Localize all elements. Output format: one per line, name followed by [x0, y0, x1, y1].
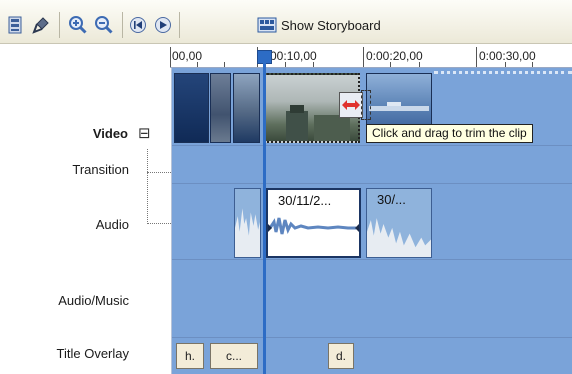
transition-track[interactable]	[172, 146, 572, 184]
tree-connector	[147, 223, 171, 224]
title-overlay-track-label: Title Overlay	[56, 346, 129, 361]
playhead-line[interactable]	[263, 52, 266, 374]
storyboard-icon[interactable]	[256, 14, 278, 36]
video-clip[interactable]	[210, 73, 231, 143]
audio-music-track[interactable]	[172, 260, 572, 338]
timeline-tracks: 30/11/2... 30/... h. c... d.	[172, 68, 572, 374]
video-clip[interactable]	[174, 73, 209, 143]
title-overlay-clip[interactable]: c...	[210, 343, 258, 369]
title-overlay-clip[interactable]: h.	[176, 343, 204, 369]
show-storyboard-button[interactable]: Show Storyboard	[281, 18, 381, 33]
toolbar-separator	[59, 12, 60, 38]
ruler-label: 0:00:30,00	[479, 49, 536, 63]
trim-tooltip: Click and drag to trim the clip	[366, 124, 533, 143]
toolbar-separator	[122, 12, 123, 38]
transition-track-label: Transition	[72, 162, 129, 177]
zoom-in-icon[interactable]	[67, 14, 89, 36]
trim-handle[interactable]	[339, 92, 363, 118]
drop-indicator	[434, 71, 572, 74]
trim-guide	[361, 90, 371, 120]
storyboard-view-icon[interactable]	[4, 14, 26, 36]
audio-track-label: Audio	[95, 217, 129, 232]
audio-clip[interactable]	[234, 188, 261, 258]
zoom-out-icon[interactable]	[93, 14, 115, 36]
tree-connector	[147, 149, 148, 224]
rewind-icon[interactable]	[127, 14, 149, 36]
video-track-label: Video	[92, 126, 128, 141]
title-overlay-clip[interactable]: d.	[328, 343, 354, 369]
ruler-label: 00,00	[172, 49, 203, 63]
play-icon[interactable]	[152, 14, 174, 36]
track-labels-column: Video ⊟ Transition Audio Audio/Music Tit…	[0, 46, 172, 374]
toolbar-separator	[179, 12, 180, 38]
audio-clip[interactable]: 30/...	[366, 188, 432, 258]
selected-audio-clip[interactable]: 30/11/2...	[266, 188, 361, 258]
video-clip[interactable]	[233, 73, 260, 143]
ruler-label: 0:00:20,00	[366, 49, 423, 63]
timeline-ruler[interactable]: 00,00 0:00:10,00 0:00:20,00 0:00:30,00	[170, 46, 572, 68]
audio-music-track-label: Audio/Music	[58, 293, 129, 308]
video-collapse-icon[interactable]: ⊟	[138, 124, 151, 142]
narrate-timeline-icon[interactable]	[30, 14, 52, 36]
timeline-toolbar: Show Storyboard	[0, 0, 572, 44]
tree-connector	[147, 172, 171, 173]
